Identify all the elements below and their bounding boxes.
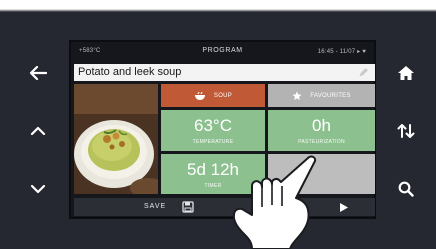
recipe-name-field[interactable]: Potato and leek soup — [74, 64, 375, 81]
soup-bowl-icon — [194, 91, 205, 100]
save-label[interactable]: SAVE — [144, 203, 166, 210]
category-tile[interactable]: SOUP — [161, 84, 265, 107]
sort-arrows-icon — [397, 124, 415, 138]
sort-button[interactable] — [391, 117, 421, 145]
favourites-label: FAVOURITES — [310, 92, 351, 99]
oven-control-panel: +583°C PROGRAM 16:45 - 11/07 ▸ ♥ Potato … — [0, 0, 436, 249]
temperature-tile[interactable]: 63°C TEMPERATURE — [161, 110, 265, 151]
pasteurization-value: 0h — [312, 116, 331, 135]
chevron-down-icon — [30, 184, 46, 194]
pointing-hand-icon — [232, 155, 317, 249]
scroll-down-button[interactable] — [23, 175, 53, 203]
soup-photo-image — [74, 84, 158, 194]
temperature-value: 63°C — [194, 116, 232, 135]
temperature-label: TEMPERATURE — [192, 139, 234, 145]
panel-top-edge — [0, 0, 436, 12]
pencil-icon[interactable] — [358, 67, 369, 78]
pasteurization-label: PASTEURIZATION — [298, 139, 345, 145]
back-button[interactable] — [23, 59, 53, 87]
play-icon[interactable] — [339, 202, 349, 213]
recipe-name: Potato and leek soup — [78, 66, 182, 78]
arrow-left-icon — [29, 66, 47, 80]
home-button[interactable] — [391, 59, 421, 87]
chevron-up-icon — [30, 126, 46, 136]
favourites-tile[interactable]: FAVOURITES — [268, 84, 375, 107]
status-bar: +583°C PROGRAM 16:45 - 11/07 ▸ ♥ — [71, 42, 374, 60]
search-icon — [398, 181, 414, 197]
recipe-photo — [74, 84, 158, 194]
category-label: SOUP — [213, 92, 233, 99]
star-icon — [292, 91, 302, 100]
pasteurization-tile[interactable]: 0h PASTEURIZATION — [268, 110, 375, 151]
status-clock: 16:45 - 11/07 ▸ ♥ — [317, 49, 366, 55]
home-icon — [398, 66, 414, 80]
floppy-disk-icon[interactable] — [182, 201, 194, 213]
scroll-up-button[interactable] — [23, 117, 53, 145]
search-button[interactable] — [391, 175, 421, 203]
